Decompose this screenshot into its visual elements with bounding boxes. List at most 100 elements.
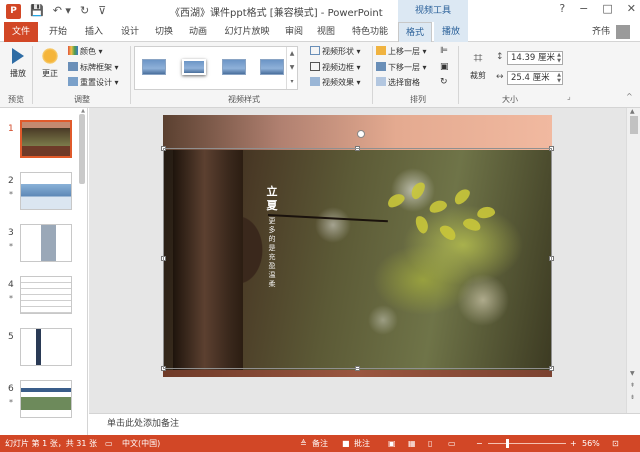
tab-transitions[interactable]: 切换 [150,22,178,42]
tab-slideshow[interactable]: 幻灯片放映 [220,22,274,42]
comments-icon[interactable]: ■ [342,435,350,452]
width-field[interactable]: 25.4 厘米 ▲ ▼ [507,71,563,85]
width-spin-icon[interactable]: ▲ ▼ [557,72,561,84]
resize-handle[interactable] [549,366,554,371]
slide-thumbnail[interactable]: 6 * [0,380,87,432]
video-style-option[interactable] [139,55,169,79]
play-button[interactable]: 播放 [6,46,30,79]
comments-button[interactable]: 批注 [354,435,370,452]
next-slide-icon[interactable]: ⇟ [630,394,635,401]
video-shape-icon [310,46,320,55]
tab-insert[interactable]: 插入 [80,22,108,42]
video-style-preview-icon [142,59,166,75]
video-shape-button[interactable]: 视频形状 ▾ [310,46,361,57]
window-title: 《西湖》课件ppt格式 [兼容模式] - PowerPoint [170,8,383,19]
slide-footer-image [163,370,552,377]
height-field[interactable]: 14.39 厘米 ▲ ▼ [507,51,563,65]
tab-special[interactable]: 特色功能 [346,22,394,42]
scroll-thumb[interactable] [630,116,638,134]
video-style-option[interactable] [179,55,209,79]
size-dialog-launcher-icon[interactable]: ⌟ [567,92,571,101]
slide-thumbnail[interactable]: 1 [0,120,87,172]
canvas-scrollbar[interactable]: ▲ ▼ ⇞ ⇟ [626,108,640,413]
avatar[interactable] [616,25,630,39]
tab-home[interactable]: 开始 [44,22,72,42]
group-divider [32,46,33,104]
correct-button[interactable]: 更正 [36,46,64,79]
thumbnails-scrollbar[interactable] [79,114,85,184]
maximize-icon[interactable]: □ [602,2,612,15]
minimize-icon[interactable]: − [579,2,588,15]
scroll-up-icon[interactable]: ▲ [630,108,635,115]
tab-animations[interactable]: 动画 [184,22,212,42]
video-style-option[interactable] [257,55,287,79]
tree-trunk-image [173,150,243,370]
resize-handle[interactable] [549,146,554,151]
redo-icon[interactable]: ↻ [80,3,89,19]
zoom-slider-thumb[interactable] [506,439,509,448]
reset-design-button[interactable]: 重置设计 ▾ [68,77,119,88]
tab-file[interactable]: 文件 [4,22,38,42]
gallery-scroll[interactable]: ▲ ▼ ▾ [286,47,297,89]
notes-toggle-icon[interactable]: ≜ [300,435,307,452]
slide-preview [20,328,72,366]
resize-handle[interactable] [161,256,166,261]
rotate-handle[interactable] [357,130,365,138]
height-spin-icon[interactable]: ▲ ▼ [557,52,561,64]
slide: 立夏 更 多 的 是 充 盈 温 柔 [163,115,552,377]
fit-to-window-icon[interactable]: ⊡ [612,435,619,452]
tab-playback[interactable]: 播放 [434,22,468,42]
notes-toggle-button[interactable]: 备注 [312,435,328,452]
video-style-option[interactable] [219,55,249,79]
zoom-level[interactable]: 56% [582,435,600,452]
ribbon-tabs: 文件 开始 插入 设计 切换 动画 幻灯片放映 审阅 视图 特色功能 格式 播放 [0,22,640,43]
tab-view[interactable]: 视图 [312,22,340,42]
collapse-ribbon-icon[interactable]: ^ [626,92,633,101]
user-name[interactable]: 齐伟 [592,22,610,42]
video-shape-label: 视频形状 [322,47,354,56]
help-icon[interactable]: ? [559,2,565,15]
scroll-down-icon[interactable]: ▼ [630,370,635,377]
slide-thumbnail[interactable]: 4 * [0,276,87,328]
zoom-slider[interactable] [488,443,566,444]
slideshow-view-icon[interactable]: ▭ [448,435,456,452]
tab-review[interactable]: 审阅 [280,22,308,42]
zoom-out-icon[interactable]: − [476,435,483,452]
group-objects-icon[interactable]: ▣ [440,62,449,72]
close-icon[interactable]: ✕ [627,2,636,15]
tab-design[interactable]: 设计 [116,22,144,42]
slide-subtitle[interactable]: 更 多 的 是 充 盈 温 柔 [266,217,278,289]
normal-view-icon[interactable]: ▣ [388,435,396,452]
resize-handle[interactable] [549,256,554,261]
previous-slide-icon[interactable]: ⇞ [630,382,635,389]
video-border-button[interactable]: 视频边框 ▾ [310,62,361,73]
undo-icon[interactable]: ↶ ▾ [53,3,71,19]
crop-button[interactable]: ⌗ 裁剪 [464,46,492,81]
customize-qat-icon[interactable]: ⊽ [98,3,106,19]
notes-pane[interactable]: 单击此处添加备注 [89,413,640,435]
spellcheck-icon[interactable]: ▭ [105,435,113,452]
resize-handle[interactable] [355,146,360,151]
language-indicator[interactable]: 中文(中国) [122,435,160,452]
slide-thumbnail[interactable]: 5 [0,328,87,380]
send-backward-button[interactable]: 下移一层 ▾ [376,62,427,73]
video-effects-button[interactable]: 视频效果 ▾ [310,77,361,88]
resize-handle[interactable] [355,366,360,371]
slide-thumbnail[interactable]: 3 * [0,224,87,276]
rotate-icon[interactable]: ↻ [440,77,448,87]
align-icon[interactable]: ⊫ [440,46,448,56]
slide-sorter-view-icon[interactable]: ▦ [408,435,416,452]
tab-format[interactable]: 格式 [398,22,432,43]
slide-title[interactable]: 立夏 [265,185,279,213]
resize-handle[interactable] [161,366,166,371]
selection-pane-button[interactable]: 选择窗格 [376,77,420,88]
zoom-in-icon[interactable]: + [570,435,577,452]
slide-thumbnail[interactable]: 2 * [0,172,87,224]
poster-frame-button[interactable]: 标牌框架 ▾ [68,62,119,73]
bring-forward-button[interactable]: 上移一层 ▾ [376,46,427,57]
save-icon[interactable]: 💾 [30,3,44,19]
color-button[interactable]: 颜色 ▾ [68,46,103,57]
resize-handle[interactable] [161,146,166,151]
slide-number: 1 [8,124,14,134]
reading-view-icon[interactable]: ▯ [428,435,432,452]
